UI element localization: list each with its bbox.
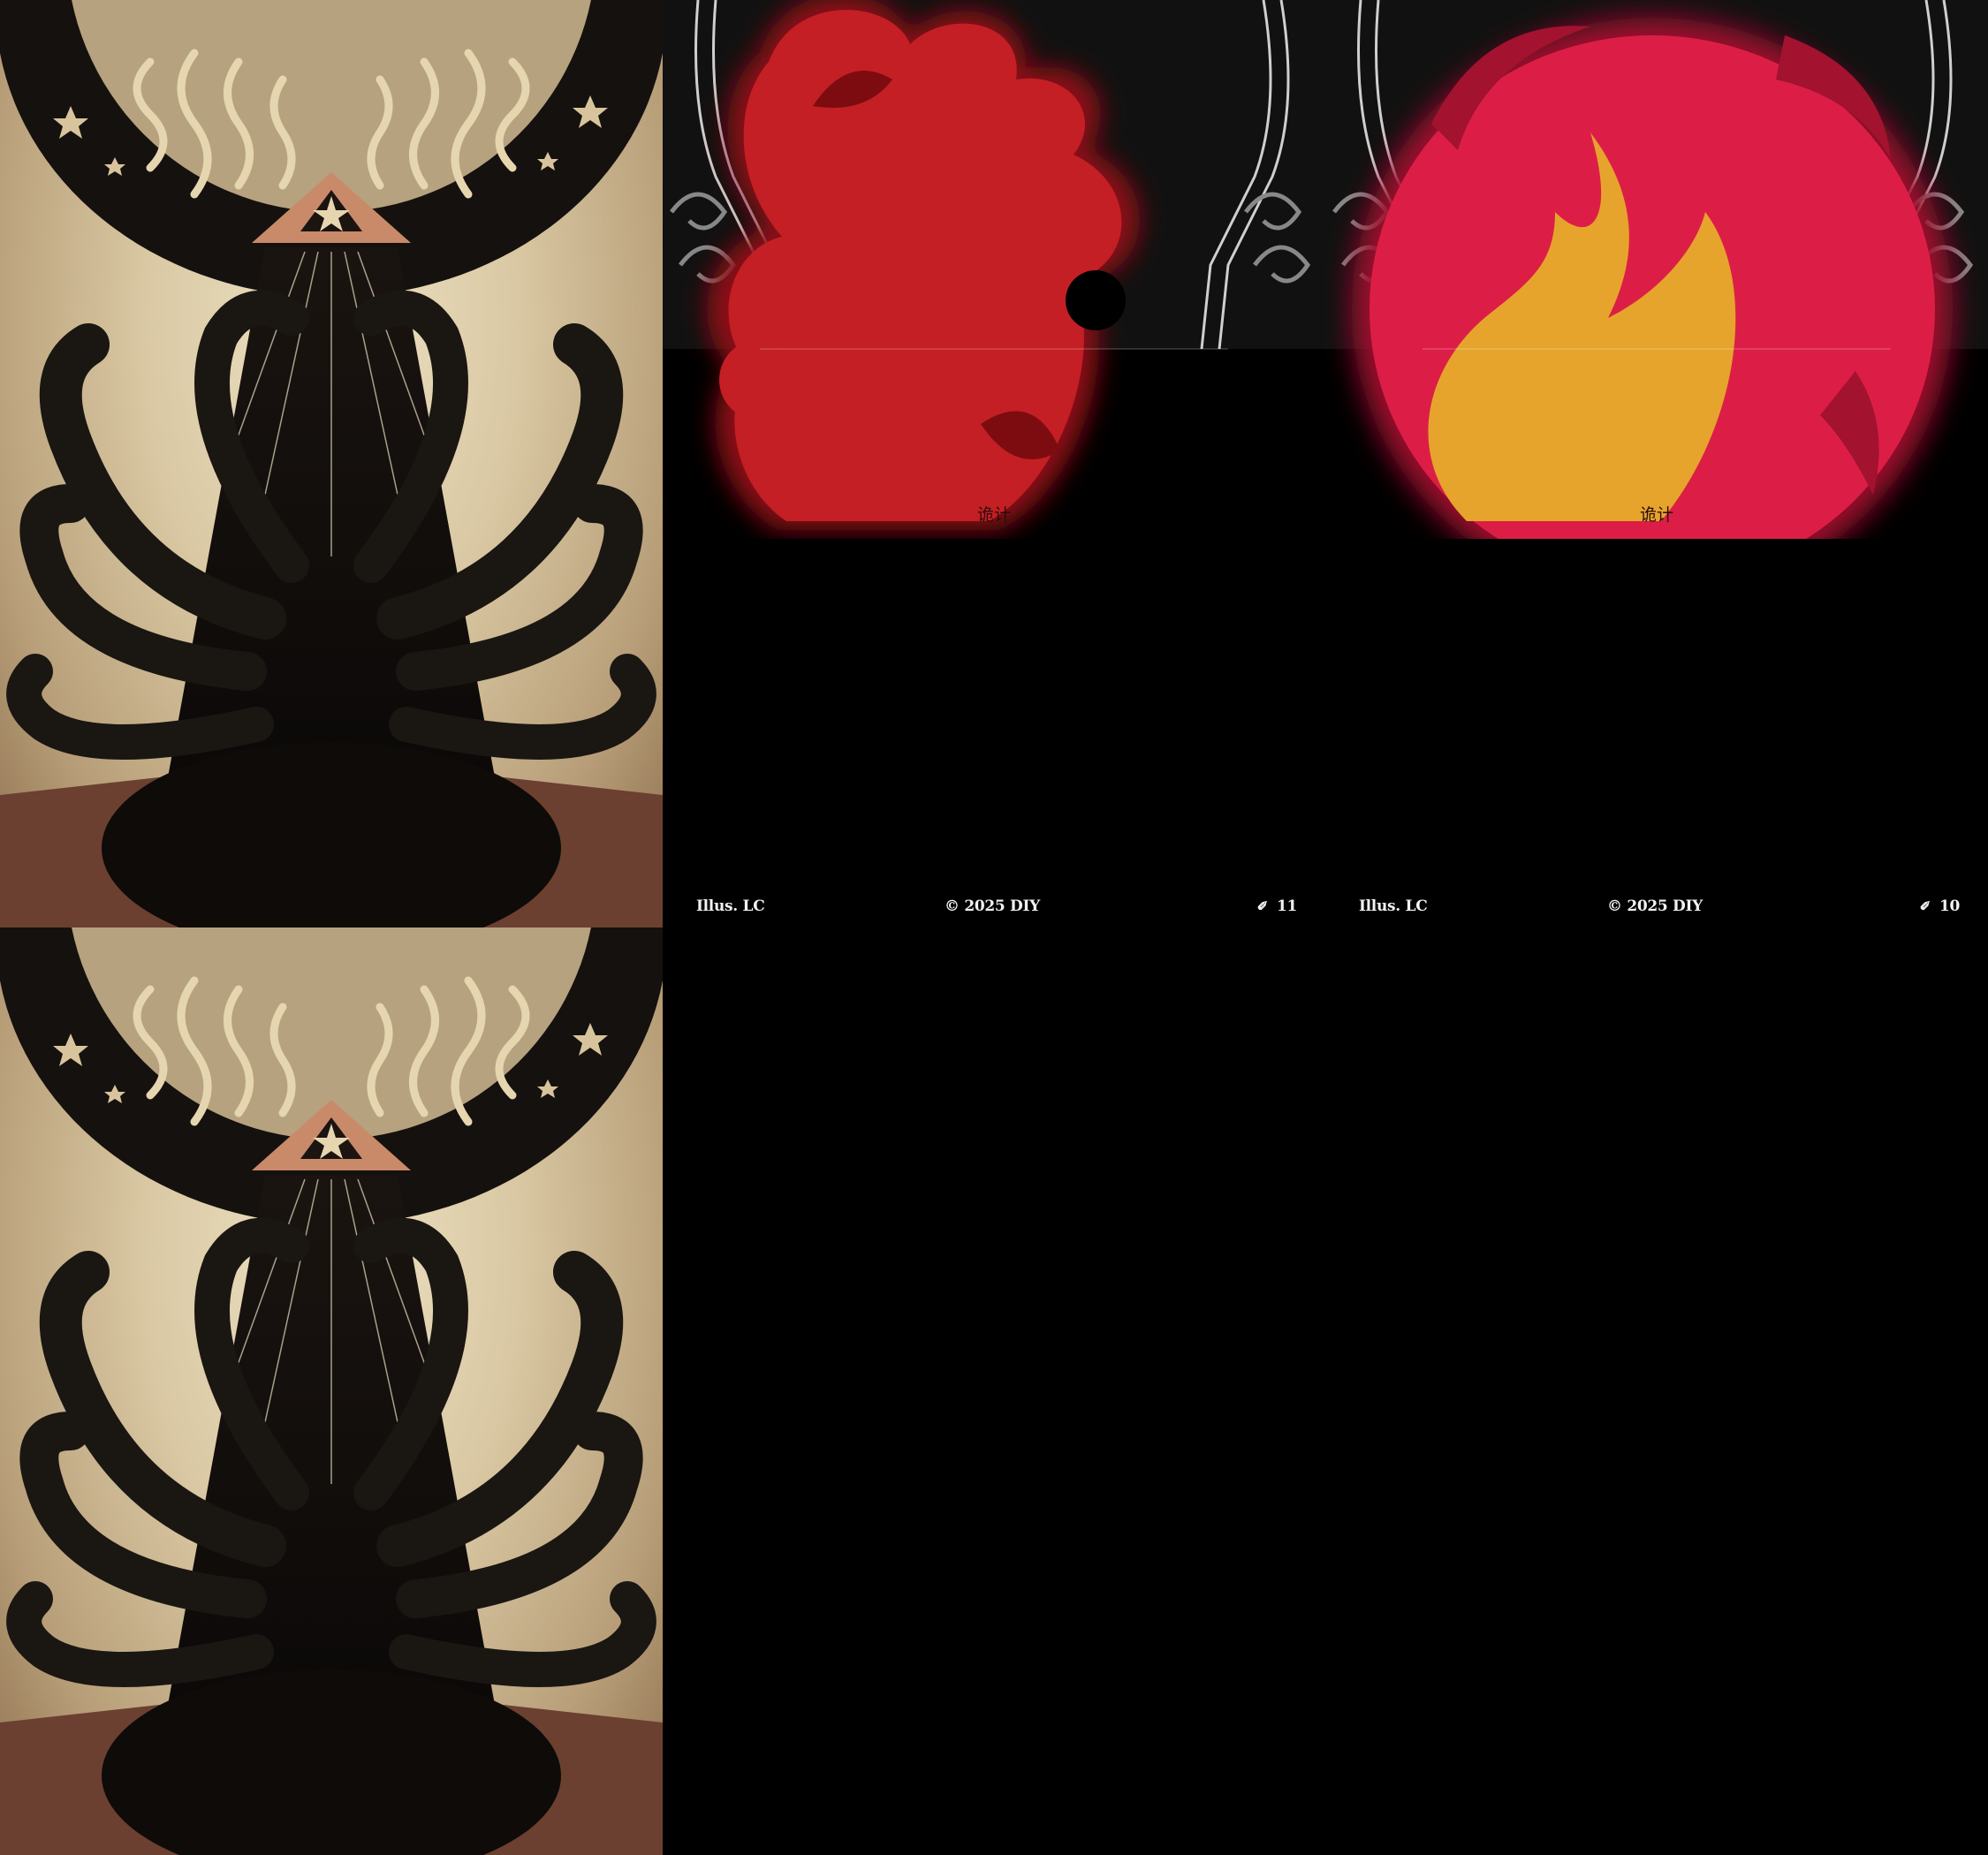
card-number-value: 11 [1276,897,1297,915]
card-number: ✐ 10 [1919,897,1961,915]
cthulhu-card-back-art [0,0,663,928]
pen-icon: ✐ [1256,898,1269,914]
illustrator-credit: Illus. LC [1359,897,1428,915]
card-face-10: 诡计 Illus. LC © 2025 DIY ✐ 10 [1325,0,1988,928]
copyright-text: © 2025 DIY [1607,897,1703,915]
pen-icon: ✐ [1919,898,1931,914]
flame-art [1325,0,1988,539]
card-back-top [0,0,663,928]
card-face-11: 诡计 Illus. LC © 2025 DIY ✐ 11 [663,0,1325,928]
card-type-label: 诡计 [976,505,1011,525]
card-number-value: 10 [1939,897,1960,915]
illustrator-credit: Illus. LC [696,897,765,915]
cthulhu-card-back-art [0,928,663,1855]
card-number: ✐ 11 [1256,897,1298,915]
card-back-bottom [0,928,663,1855]
card-type-label: 诡计 [1639,505,1673,525]
card-credits: Illus. LC © 2025 DIY ✐ 11 [696,897,1297,924]
card-credits: Illus. LC © 2025 DIY ✐ 10 [1359,897,1960,924]
copyright-text: © 2025 DIY [945,897,1040,915]
red-splatter-art [663,0,1325,530]
